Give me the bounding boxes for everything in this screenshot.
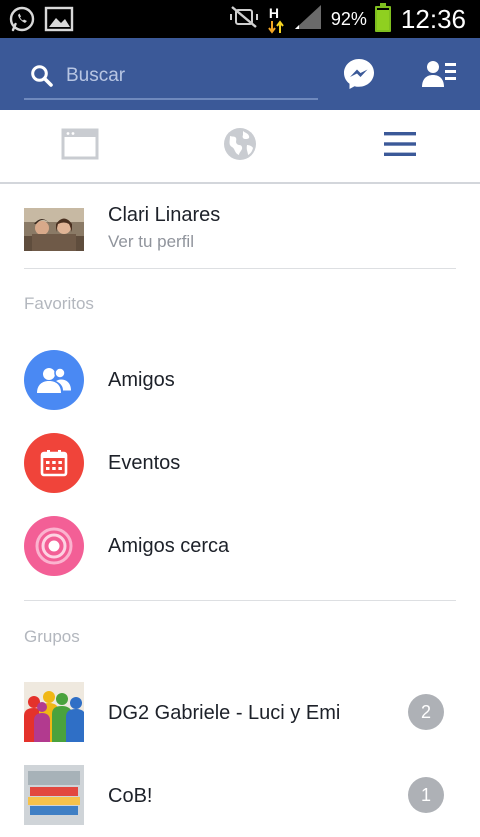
group-label: DG2 Gabriele - Luci y Emi [108,702,341,724]
tab-notifications[interactable] [160,110,320,182]
clock: 12:36 [400,3,466,34]
avatar [24,208,84,251]
tab-bar [0,110,480,184]
battery-icon [374,3,391,32]
divider [24,268,456,269]
whatsapp-icon [8,5,36,38]
section-title-groups: Grupos [24,627,80,646]
tab-more[interactable] [320,110,480,182]
section-title-favorites: Favoritos [24,294,94,313]
favorite-item-amigos[interactable]: Amigos [0,340,480,420]
tab-news-feed[interactable] [0,110,160,182]
battery-percent: 92% [330,8,367,29]
profile-name: Clari Linares [108,204,221,226]
mute-icon [229,4,259,35]
favorite-item-amigos-cerca[interactable]: Amigos cerca [0,506,480,586]
news-feed-icon [61,128,99,165]
globe-icon [223,127,257,166]
network-type-label: H [268,5,280,21]
calendar-icon [24,433,84,493]
data-arrows-icon: H [267,3,285,35]
search-input[interactable] [64,62,318,90]
messenger-icon[interactable] [342,57,376,91]
group-item-cob[interactable]: CoB! 1 [0,755,480,837]
favorite-label: Eventos [108,452,181,474]
profile-row[interactable]: Clari Linares Ver tu perfil [0,188,480,268]
status-bar: H 92% 12:36 [0,0,480,38]
battery-fill [376,9,389,30]
friends-icon [24,350,84,410]
favorite-label: Amigos cerca [108,535,230,557]
group-thumbnail [24,682,84,742]
gallery-icon [44,5,74,38]
search-bar[interactable] [24,54,318,100]
group-label: CoB! [108,785,153,807]
search-icon [30,64,54,93]
favorite-item-eventos[interactable]: Eventos [0,423,480,503]
group-item-dg2[interactable]: DG2 Gabriele - Luci y Emi 2 [0,672,480,754]
profile-subtitle: Ver tu perfil [108,232,194,251]
signal-icon [293,3,323,36]
favorite-label: Amigos [108,369,175,391]
notification-badge: 1 [408,777,444,813]
top-header [0,38,480,110]
notification-badge: 2 [408,694,444,730]
divider [24,600,456,601]
hamburger-menu-icon [383,130,417,163]
friend-requests-icon[interactable] [422,59,456,89]
group-thumbnail [24,765,84,825]
nearby-friends-icon [24,516,84,576]
